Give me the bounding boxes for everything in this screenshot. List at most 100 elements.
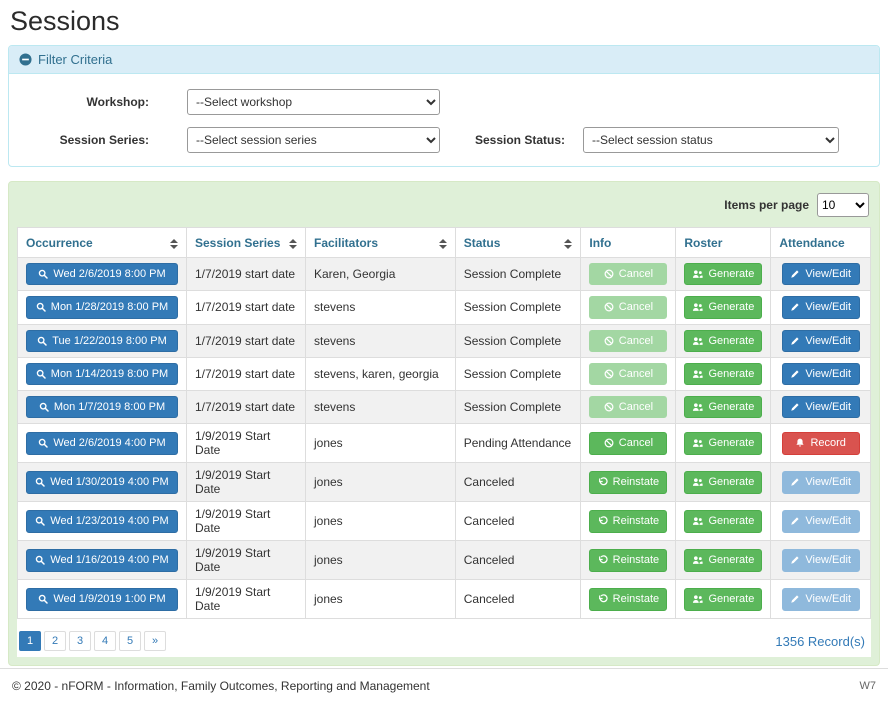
- reinstate-button[interactable]: Reinstate: [589, 549, 667, 571]
- collapse-minus-icon[interactable]: [19, 53, 32, 66]
- pagination-page-3[interactable]: 3: [69, 631, 91, 651]
- session-series-select[interactable]: --Select session series: [187, 127, 440, 153]
- cancel-button[interactable]: Cancel: [589, 363, 667, 385]
- facilitators-cell: jones: [305, 541, 455, 580]
- table-row: Wed 1/16/2019 4:00 PM1/9/2019 Start Date…: [18, 541, 871, 580]
- reinstate-icon: [598, 477, 608, 487]
- occurrence-button[interactable]: Mon 1/7/2019 8:00 PM: [26, 396, 178, 418]
- button-label: View/Edit: [805, 300, 851, 314]
- view-edit-button[interactable]: View/Edit: [782, 471, 860, 493]
- pagination-page-5[interactable]: 5: [119, 631, 141, 651]
- pagination-page-2[interactable]: 2: [44, 631, 66, 651]
- generate-button[interactable]: Generate: [684, 296, 762, 318]
- pagination-page-4[interactable]: 4: [94, 631, 116, 651]
- filter-criteria-panel: Filter Criteria Workshop: --Select works…: [8, 45, 880, 167]
- footer-environment: W7: [860, 680, 877, 692]
- button-label: View/Edit: [805, 592, 851, 606]
- info-cell: Cancel: [581, 258, 676, 291]
- pencil-icon: [790, 369, 800, 379]
- occurrence-button[interactable]: Wed 1/9/2019 1:00 PM: [26, 588, 178, 610]
- sort-icon[interactable]: [289, 239, 297, 249]
- column-header-occurrence[interactable]: Occurrence: [18, 228, 187, 258]
- cancel-button[interactable]: Cancel: [589, 396, 667, 418]
- view-edit-button[interactable]: View/Edit: [782, 263, 860, 285]
- attendance-cell: View/Edit: [771, 324, 871, 357]
- pencil-icon: [790, 302, 800, 312]
- occurrence-button[interactable]: Wed 2/6/2019 8:00 PM: [26, 263, 178, 285]
- view-edit-button[interactable]: View/Edit: [782, 549, 860, 571]
- filter-criteria-header[interactable]: Filter Criteria: [9, 46, 879, 74]
- occurrence-button[interactable]: Tue 1/22/2019 8:00 PM: [26, 330, 178, 352]
- generate-button[interactable]: Generate: [684, 588, 762, 610]
- sort-icon[interactable]: [439, 239, 447, 249]
- generate-button[interactable]: Generate: [684, 471, 762, 493]
- page-title: Sessions: [10, 6, 888, 37]
- column-header-session-series[interactable]: Session Series: [187, 228, 306, 258]
- occurrence-button[interactable]: Mon 1/14/2019 8:00 PM: [26, 363, 178, 385]
- occurrence-button[interactable]: Wed 1/16/2019 4:00 PM: [26, 549, 178, 571]
- cancel-button[interactable]: Cancel: [589, 296, 667, 318]
- roster-cell: Generate: [676, 541, 771, 580]
- search-icon: [38, 269, 48, 279]
- workshop-select[interactable]: --Select workshop: [187, 89, 440, 115]
- view-edit-button[interactable]: View/Edit: [782, 510, 860, 532]
- column-header-attendance: Attendance: [771, 228, 871, 258]
- status-cell: Session Complete: [455, 391, 581, 424]
- pagination-next-button[interactable]: »: [144, 631, 166, 651]
- view-edit-button[interactable]: View/Edit: [782, 588, 860, 610]
- button-label: Generate: [708, 553, 754, 567]
- button-label: Cancel: [619, 400, 653, 414]
- workshop-field: Workshop: --Select workshop: [19, 89, 469, 115]
- button-label: Mon 1/14/2019 8:00 PM: [51, 367, 168, 381]
- roster-cell: Generate: [676, 291, 771, 324]
- occurrence-button[interactable]: Mon 1/28/2019 8:00 PM: [26, 296, 178, 318]
- info-cell: Reinstate: [581, 502, 676, 541]
- session-status-select[interactable]: --Select session status: [583, 127, 839, 153]
- filter-criteria-title: Filter Criteria: [38, 52, 112, 67]
- pagination-page-1[interactable]: 1: [19, 631, 41, 651]
- reinstate-button[interactable]: Reinstate: [589, 471, 667, 493]
- items-per-page-select[interactable]: 10: [817, 193, 869, 217]
- button-label: Wed 2/6/2019 8:00 PM: [53, 267, 165, 281]
- bell-icon: [795, 438, 805, 448]
- generate-button[interactable]: Generate: [684, 510, 762, 532]
- attendance-cell: View/Edit: [771, 463, 871, 502]
- generate-button[interactable]: Generate: [684, 363, 762, 385]
- search-icon: [38, 594, 48, 604]
- sort-icon[interactable]: [564, 239, 572, 249]
- column-label: Session Series: [195, 236, 280, 250]
- record-button[interactable]: Record: [782, 432, 860, 454]
- cancel-button[interactable]: Cancel: [589, 432, 667, 454]
- generate-button[interactable]: Generate: [684, 549, 762, 571]
- roster-cell: Generate: [676, 391, 771, 424]
- view-edit-button[interactable]: View/Edit: [782, 396, 860, 418]
- roster-cell: Generate: [676, 324, 771, 357]
- facilitators-cell: jones: [305, 463, 455, 502]
- sessions-table: Occurrence Session Series Facilitators Stat…: [17, 227, 871, 619]
- occurrence-button[interactable]: Wed 1/30/2019 4:00 PM: [26, 471, 178, 493]
- view-edit-button[interactable]: View/Edit: [782, 330, 860, 352]
- column-header-status[interactable]: Status: [455, 228, 581, 258]
- occurrence-button[interactable]: Wed 2/6/2019 4:00 PM: [26, 432, 178, 454]
- reinstate-button[interactable]: Reinstate: [589, 510, 667, 532]
- occurrence-button[interactable]: Wed 1/23/2019 4:00 PM: [26, 510, 178, 532]
- occurrence-cell: Mon 1/28/2019 8:00 PM: [18, 291, 187, 324]
- view-edit-button[interactable]: View/Edit: [782, 296, 860, 318]
- reinstate-button[interactable]: Reinstate: [589, 588, 667, 610]
- reinstate-icon: [598, 594, 608, 604]
- footer-copyright: © 2020 - nFORM - Information, Family Out…: [12, 679, 430, 693]
- generate-button[interactable]: Generate: [684, 396, 762, 418]
- cancel-button[interactable]: Cancel: [589, 263, 667, 285]
- cancel-button[interactable]: Cancel: [589, 330, 667, 352]
- sort-icon[interactable]: [170, 239, 178, 249]
- search-icon: [36, 302, 46, 312]
- view-edit-button[interactable]: View/Edit: [782, 363, 860, 385]
- column-label: Attendance: [779, 236, 844, 250]
- generate-button[interactable]: Generate: [684, 263, 762, 285]
- generate-button[interactable]: Generate: [684, 330, 762, 352]
- pencil-icon: [790, 555, 800, 565]
- column-label: Facilitators: [314, 236, 378, 250]
- column-header-facilitators[interactable]: Facilitators: [305, 228, 455, 258]
- facilitators-cell: jones: [305, 424, 455, 463]
- generate-button[interactable]: Generate: [684, 432, 762, 454]
